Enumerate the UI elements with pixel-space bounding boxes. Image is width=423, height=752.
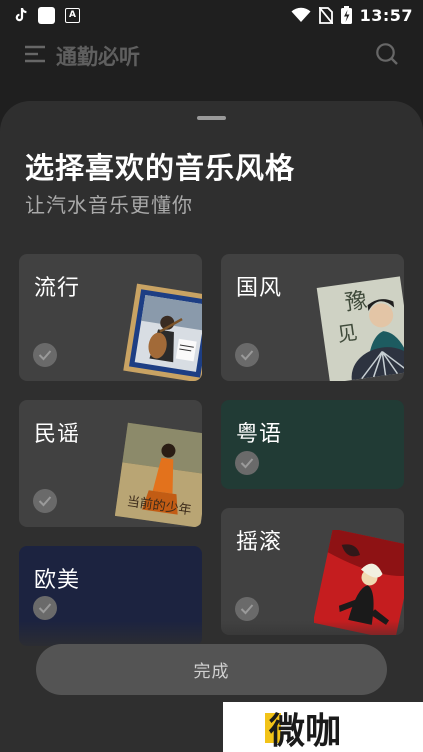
genre-label-folk: 民谣 <box>34 422 81 447</box>
search-icon[interactable] <box>375 42 399 70</box>
font-notification-icon: A <box>65 7 80 23</box>
folk-album-art: 当前的少年 <box>114 422 202 527</box>
genre-label-western: 欧美 <box>34 568 81 593</box>
check-icon <box>235 451 259 475</box>
clock-time: 13:57 <box>359 5 413 25</box>
done-button[interactable]: 完成 <box>36 644 387 695</box>
status-bar: A 13:57 <box>0 0 423 30</box>
genre-label-cantonese: 粤语 <box>236 422 283 447</box>
check-icon <box>235 343 259 367</box>
genre-label-pop: 流行 <box>34 276 81 301</box>
sheet-title: 选择喜欢的音乐风格 <box>25 151 296 185</box>
no-sim-icon <box>318 6 333 24</box>
app-header: 通勤必听 <box>0 36 423 76</box>
page-title: 通勤必听 <box>56 45 140 69</box>
sheet-subtitle: 让汽水音乐更懂你 <box>25 193 193 217</box>
check-icon <box>235 597 259 621</box>
app-notification-icon <box>38 6 55 24</box>
check-icon <box>33 596 57 620</box>
check-icon <box>33 343 57 367</box>
svg-text:微咖: 微咖 <box>268 711 341 749</box>
svg-text:见: 见 <box>336 320 359 347</box>
svg-text:豫: 豫 <box>343 288 368 316</box>
menu-icon[interactable] <box>24 44 46 68</box>
genre-picker-sheet: 选择喜欢的音乐风格 让汽水音乐更懂你 流行 豫 见 国风 当前的少年 民谣 粤语… <box>0 101 423 752</box>
pop-album-art <box>122 281 202 381</box>
genre-card-guofeng[interactable]: 豫 见 国风 <box>221 254 404 381</box>
tiktok-notification-icon <box>14 7 28 23</box>
genre-card-rock[interactable]: 摇滚 <box>221 508 404 635</box>
genre-label-guofeng: 国风 <box>236 276 283 301</box>
genre-card-folk[interactable]: 当前的少年 民谣 <box>19 400 202 527</box>
rock-album-art <box>312 528 404 635</box>
genre-card-pop[interactable]: 流行 <box>19 254 202 381</box>
sheet-drag-handle[interactable] <box>197 116 226 120</box>
wifi-icon <box>291 7 311 23</box>
genre-card-cantonese[interactable]: 粤语 <box>221 400 404 489</box>
guofeng-album-art: 豫 见 <box>315 276 404 381</box>
check-icon <box>33 489 57 513</box>
watermark-logo: 微咖 <box>223 702 423 752</box>
genre-label-rock: 摇滚 <box>236 530 283 555</box>
battery-charging-icon <box>340 6 352 24</box>
